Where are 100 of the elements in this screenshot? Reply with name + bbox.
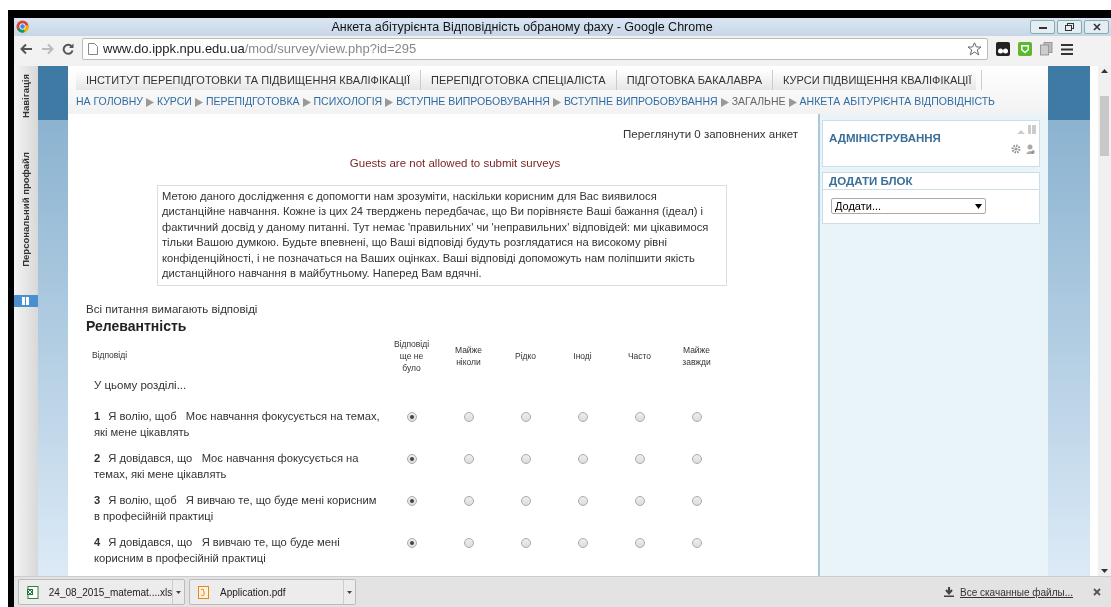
radio-button[interactable] xyxy=(634,496,645,506)
radio-button[interactable] xyxy=(520,496,531,506)
nav-menu-item[interactable]: ІНСТИТУТ ПЕРЕПІДГОТОВКИ ТА ПІДВИЩЕННЯ КВАЛІФІКАЦІЇ xyxy=(76,70,421,90)
question-text: 2 Я довідався, що Моє навчання фокусується на темах, які мене цікавлять xyxy=(94,451,360,482)
view-responses-link[interactable]: Переглянути 0 заповнених анкет xyxy=(623,126,798,144)
restore-button[interactable] xyxy=(1057,20,1082,34)
collapse-arrow-icon[interactable] xyxy=(1017,129,1025,134)
question-text: 3 Я волію, щоб Я вивчаю те, що буде мені корисним в професійній практиці xyxy=(94,493,378,524)
radio-button[interactable] xyxy=(691,496,702,506)
settings-icon[interactable] xyxy=(1011,144,1021,154)
column-header: Майже завжди xyxy=(681,343,712,368)
reload-icon[interactable] xyxy=(62,43,74,55)
window-title: Анкета абітурієнта Відповідність обраному фаху - Google Chrome xyxy=(331,18,713,36)
breadcrumb-separator-icon xyxy=(194,97,203,107)
nav-menu-item[interactable]: ПЕРЕПІДГОТОВКА СПЕЦІАЛІСТА xyxy=(421,70,617,90)
pages-icon[interactable] xyxy=(1040,42,1053,56)
side-tab[interactable]: Навігація xyxy=(18,74,34,118)
radio-button[interactable] xyxy=(691,454,702,464)
radio-button[interactable] xyxy=(406,454,417,464)
bookmark-star-icon[interactable] xyxy=(967,42,982,56)
question-text: 4 Я довідався, що Я вивчаю те, що буде мені корисним в професійній практиці xyxy=(94,535,341,566)
close-icon xyxy=(1092,23,1101,31)
section-heading: Релевантність xyxy=(86,317,188,335)
radio-button[interactable] xyxy=(520,538,531,548)
block-title: АДМІНІСТРУВАННЯ xyxy=(829,132,941,144)
breadcrumb-link[interactable]: ВСТУПНЕ ВИПРОБОВУВАННЯ xyxy=(563,94,718,110)
minimize-button[interactable] xyxy=(1030,20,1055,34)
download-item[interactable]: Application.pdf xyxy=(189,579,356,605)
radio-button[interactable] xyxy=(577,412,588,422)
scrollbar[interactable] xyxy=(1098,66,1111,576)
extension-icon[interactable] xyxy=(996,42,1010,56)
radio-button[interactable] xyxy=(463,454,474,464)
close-button[interactable] xyxy=(1084,20,1109,34)
nav-menu-item[interactable]: ПІДГОТОВКА БАКАЛАВРА xyxy=(616,70,773,90)
scroll-up-icon[interactable] xyxy=(1101,66,1108,76)
breadcrumb-separator-icon xyxy=(302,97,311,107)
document-file-icon xyxy=(198,585,210,599)
section-intro: У цьому розділі... xyxy=(93,377,188,393)
block-title: ДОДАТИ БЛОК xyxy=(823,173,1039,190)
breadcrumb-link[interactable]: ВСТУПНЕ ВИПРОБОВУВАННЯ xyxy=(396,94,550,110)
address-bar[interactable]: www.do.ippk.npu.edu.ua/mod/survey/view.php?id=295 xyxy=(82,38,988,60)
scroll-down-icon[interactable] xyxy=(1101,566,1108,576)
url-text: www.do.ippk.npu.edu.ua/mod/survey/view.php?id=295 xyxy=(103,40,417,59)
column-header: Рідко xyxy=(514,349,537,362)
radio-button[interactable] xyxy=(577,538,588,548)
radio-button[interactable] xyxy=(577,496,588,506)
radio-button[interactable] xyxy=(634,412,645,422)
menu-icon[interactable] xyxy=(1061,43,1073,55)
breadcrumb-text: ЗАГАЛЬНЕ xyxy=(731,94,786,110)
breadcrumb-separator-icon xyxy=(720,97,729,107)
dock-block-icon[interactable] xyxy=(1028,125,1036,134)
breadcrumb-separator-icon xyxy=(145,97,154,107)
close-icon[interactable] xyxy=(1093,588,1101,596)
all-downloads-link[interactable]: Все скачанные файлы... xyxy=(959,584,1073,600)
add-user-icon[interactable] xyxy=(1026,144,1036,154)
forward-arrow-icon[interactable] xyxy=(41,43,54,55)
column-header: Відповіді xyxy=(91,349,129,363)
back-arrow-icon[interactable] xyxy=(20,43,33,55)
radio-button[interactable] xyxy=(634,538,645,548)
radio-button[interactable] xyxy=(691,412,702,422)
radio-button[interactable] xyxy=(634,454,645,464)
breadcrumb-link[interactable]: ПСИХОЛОГІЯ xyxy=(313,94,383,110)
breadcrumb-separator-icon xyxy=(385,97,394,107)
column-header: Часто xyxy=(627,349,652,362)
minimize-icon xyxy=(1038,25,1047,29)
guest-notice: Guests are not allowed to submit surveys xyxy=(349,156,561,172)
add-block-select[interactable]: Додати... xyxy=(831,198,986,214)
shield-extension-icon[interactable] xyxy=(1018,42,1032,56)
page-icon xyxy=(88,43,98,55)
breadcrumb-link[interactable]: КУРСИ xyxy=(156,94,192,110)
dock-icon[interactable] xyxy=(14,294,38,307)
download-icon xyxy=(943,587,954,597)
radio-button[interactable] xyxy=(691,538,702,548)
chrome-logo-icon xyxy=(16,20,29,33)
radio-button[interactable] xyxy=(406,412,417,422)
question-text: 1 Я волію, щоб Моє навчання фокусується на темах, які мене цікавлять xyxy=(94,409,381,440)
breadcrumb-link[interactable]: НА ГОЛОВНУ xyxy=(76,94,143,110)
column-header: Майже ніколи xyxy=(453,343,484,368)
radio-button[interactable] xyxy=(463,496,474,506)
scroll-thumb[interactable] xyxy=(1100,96,1109,156)
side-tab[interactable]: Персональний профайл xyxy=(18,151,34,267)
nav-menu-item[interactable]: КУРСИ ПІДВИЩЕННЯ КВАЛІФІКАЦІЇ xyxy=(773,70,983,90)
radio-button[interactable] xyxy=(463,412,474,422)
restore-icon xyxy=(1065,23,1074,31)
download-file-name: Application.pdf xyxy=(220,585,287,600)
download-item[interactable]: 24_08_2015_matemat....xls xyxy=(18,579,185,605)
breadcrumb-link[interactable]: АНКЕТА АБІТУРІЄНТА ВІДПОВІДНІСТЬ xyxy=(799,94,995,110)
dropdown-arrow-icon[interactable] xyxy=(176,590,182,594)
radio-button[interactable] xyxy=(577,454,588,464)
radio-button[interactable] xyxy=(406,538,417,548)
radio-button[interactable] xyxy=(463,538,474,548)
dropdown-arrow-icon xyxy=(975,203,982,209)
radio-button[interactable] xyxy=(520,454,531,464)
dropdown-arrow-icon[interactable] xyxy=(347,590,352,594)
radio-button[interactable] xyxy=(520,412,531,422)
survey-intro-text: Метою даного дослідження є допомогти нам зрозуміти, наскільки корисним для Вас виявилося дистанційне навчання. Кожне із цих 24 тверджень передбачає, що Ви порівняєте Ваші бажання (ідеал) і фактичний досвід у даному питанні. Тут немає 'правильних' чи 'неправильних' відповідей: ми цікавимося тільки Вашою думкою. Будьте впевнені, що Ваші відповіді будуть розглядатися на високому рівні конфіденційності, і не позначаться на Ваших оцінках. Ваші відповіді допоможуть нам поліпшити якість дистанційного навчання в майбутньому. Наперед Вам вдячні. xyxy=(157,184,727,286)
breadcrumb-separator-icon xyxy=(552,97,561,107)
spreadsheet-file-icon xyxy=(27,585,39,599)
breadcrumb-link[interactable]: ПЕРЕПІДГОТОВКА xyxy=(205,94,300,110)
radio-button[interactable] xyxy=(406,496,417,506)
